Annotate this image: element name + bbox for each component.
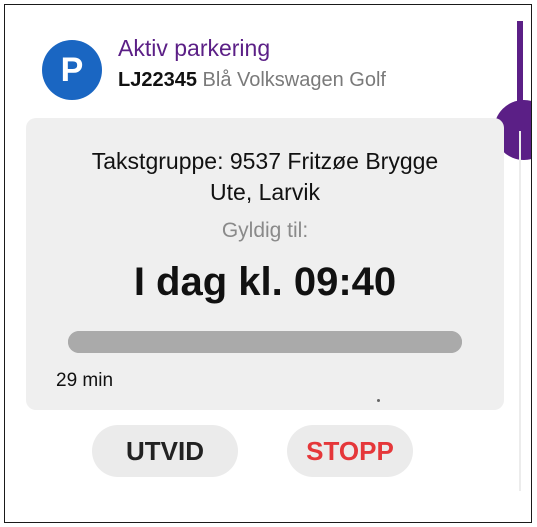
time-progress-fill [68,331,462,353]
zone-line-1: Takstgruppe: 9537 Fritzøe Brygge [91,148,439,174]
parking-p-icon: P [42,40,102,100]
zone-info: Takstgruppe: 9537 Fritzøe Brygge Ute, La… [26,146,504,208]
stop-button[interactable]: STOPP [287,425,413,477]
background-divider [519,131,521,491]
license-plate: LJ22345 [118,69,197,91]
zone-line-2: Ute, Larvik [210,179,320,205]
remaining-time: 29 min [56,370,114,391]
decorative-dot [377,399,380,402]
extend-button[interactable]: UTVID [92,425,238,477]
valid-until-time: I dag kl. 09:40 [133,260,397,304]
parking-details-card: Takstgruppe: 9537 Fritzøe Brygge Ute, La… [26,118,504,410]
active-parking-title: Aktiv parkering [118,35,271,61]
valid-until-label: Gyldig til: [221,219,309,242]
vehicle-info: LJ22345 Blå Volkswagen Golf [118,69,386,92]
time-progress-bar [68,331,462,353]
vehicle-description: Blå Volkswagen Golf [202,69,386,91]
